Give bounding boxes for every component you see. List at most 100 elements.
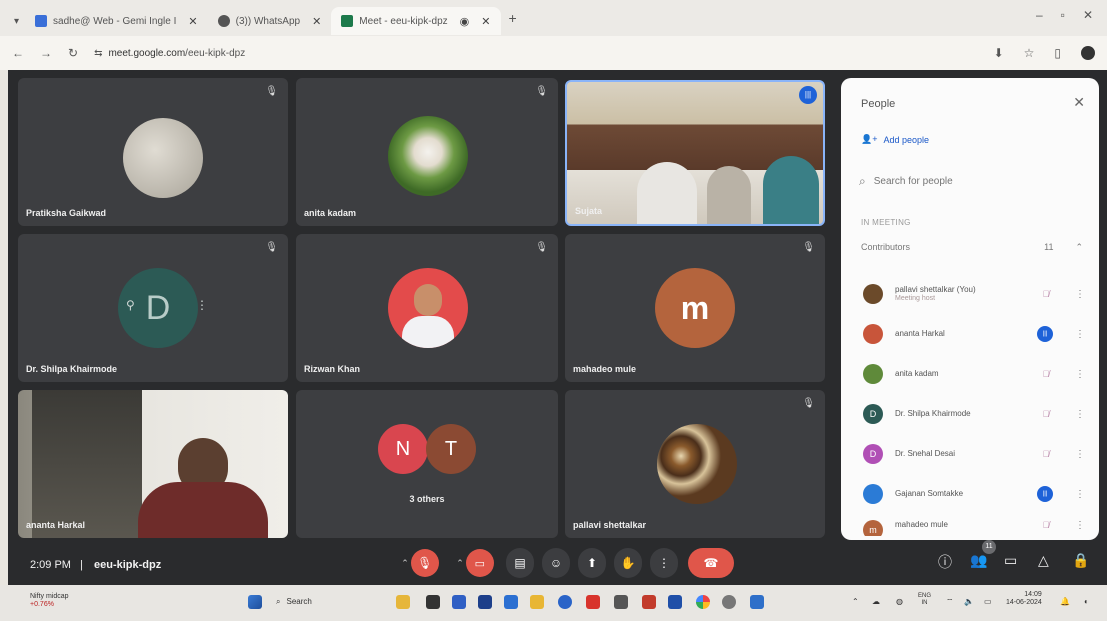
people-search[interactable]: ⌕ [859, 170, 1079, 192]
copilot-icon[interactable]: ◐ [1084, 597, 1089, 606]
app-icon[interactable] [750, 595, 764, 609]
participant-tile[interactable]: D ⚲ ⋮ 🎙 Dr. Shilpa Khairmode [18, 234, 288, 382]
contributors-header[interactable]: Contributors 11 ⌃ [861, 242, 1083, 253]
more-options-icon[interactable]: ⋮ [1075, 289, 1085, 300]
window-close-icon[interactable]: ✕ [1083, 8, 1093, 22]
taskbar-search[interactable]: ⌕ Search [276, 597, 312, 607]
list-item[interactable]: pallavi shettalkar (You) Meeting host 🎙̸ … [863, 274, 1085, 314]
list-item[interactable]: D Dr. Shilpa Khairmode 🎙̸ ⋮ [863, 394, 1085, 434]
list-item[interactable]: D Dr. Snehal Desai 🎙̸ ⋮ [863, 434, 1085, 474]
tray-icon[interactable]: ◍ [896, 597, 903, 606]
chevron-up-icon[interactable]: ⌃ [456, 558, 464, 569]
tab-search-icon[interactable]: ▾ [14, 16, 19, 27]
audio-icon[interactable]: ◉ [460, 15, 470, 28]
others-tile[interactable]: N T 3 others [296, 390, 558, 538]
app-icon[interactable] [478, 595, 492, 609]
reactions-button[interactable]: ☺ [542, 548, 570, 578]
avatar [863, 324, 883, 344]
participant-tile[interactable]: 🎙 pallavi shettalkar [565, 390, 825, 538]
app-icon[interactable] [426, 595, 440, 609]
battery-icon[interactable]: ▭ [984, 597, 992, 606]
close-icon[interactable]: ✕ [481, 15, 490, 28]
notification-bell-icon[interactable]: 🔔 [1060, 597, 1070, 606]
new-tab-button[interactable]: + [509, 10, 517, 26]
chevron-up-icon[interactable]: ⌃ [1075, 242, 1083, 253]
wifi-icon[interactable]: ⌔ [946, 597, 954, 607]
maximize-icon[interactable]: ▫ [1061, 8, 1065, 22]
add-people-button[interactable]: 👤+ Add people [861, 134, 929, 145]
participant-tile[interactable]: 🎙 Pratiksha Gaikwad [18, 78, 288, 226]
site-info-icon[interactable]: ⇆ [94, 48, 102, 59]
volume-icon[interactable]: 🔈 [964, 597, 974, 606]
address-bar[interactable]: ⇆ meet.google.com/eeu-kipk-dpz [94, 48, 245, 59]
chevron-up-icon[interactable]: ⌃ [401, 558, 409, 569]
meeting-info-icon[interactable]: ⓘ [938, 552, 952, 572]
reload-icon[interactable]: ↻ [68, 46, 78, 60]
present-button[interactable]: ⬆ [578, 548, 606, 578]
close-icon[interactable]: ✕ [188, 15, 197, 28]
camera-off-icon[interactable]: ▭ [465, 549, 494, 577]
settings-gear-icon[interactable] [722, 595, 736, 609]
chrome-icon[interactable] [696, 595, 710, 609]
leave-call-button[interactable]: ☎ [688, 548, 734, 578]
profile-avatar[interactable] [1081, 46, 1095, 60]
forward-icon[interactable]: → [40, 46, 52, 60]
more-options-icon[interactable]: ⋮ [1075, 489, 1085, 500]
side-panel-icon[interactable]: ▯ [1054, 46, 1061, 60]
chevron-up-icon[interactable]: ⌃ [852, 597, 859, 606]
pin-icon[interactable]: ⚲ [126, 298, 135, 312]
list-item[interactable]: anita kadam 🎙̸ ⋮ [863, 354, 1085, 394]
more-options-icon[interactable]: ⋮ [1075, 449, 1085, 460]
windows-start-icon[interactable] [248, 595, 262, 609]
list-item[interactable]: ananta Harkal ||| ⋮ [863, 314, 1085, 354]
file-explorer-icon[interactable] [530, 595, 544, 609]
host-controls-icon[interactable]: 🔒 [1072, 552, 1089, 569]
app-icon[interactable] [452, 595, 466, 609]
onedrive-icon[interactable]: ☁ [872, 597, 880, 606]
more-options-button[interactable]: ⋮ [650, 548, 678, 578]
list-item[interactable]: m mahadeo mule 🎙̸ ⋮ [863, 514, 1085, 536]
close-icon[interactable]: ✕ [1073, 94, 1085, 111]
chat-icon[interactable]: ▭ [1004, 552, 1017, 569]
camera-control[interactable]: ⌃ ▭ [450, 548, 500, 578]
activities-icon[interactable]: △ [1038, 552, 1049, 569]
participant-video-tile[interactable]: ||| Sujata [565, 80, 825, 226]
avatar: D [863, 444, 883, 464]
tab-whatsapp[interactable]: (3)) WhatsApp ✕ [208, 7, 332, 35]
language-indicator[interactable]: ENG IN [918, 593, 931, 606]
edge-icon[interactable] [558, 595, 572, 609]
mic-muted-icon: 🎙̸ [1042, 289, 1050, 299]
tab-meet[interactable]: Meet - eeu-kipk-dpz ◉ ✕ [331, 7, 501, 35]
taskview-icon[interactable] [396, 595, 410, 609]
participant-tile[interactable]: m 🎙 mahadeo mule [565, 234, 825, 382]
people-icon[interactable]: 👥 [970, 552, 987, 569]
download-icon[interactable]: ⬇ [994, 46, 1004, 60]
raise-hand-button[interactable]: ✋ [614, 548, 642, 578]
more-options-icon[interactable]: ⋮ [1075, 409, 1085, 420]
mic-off-icon[interactable]: 🎙 [410, 549, 439, 577]
app-icon[interactable] [504, 595, 518, 609]
minimize-icon[interactable]: – [1036, 8, 1043, 22]
video-person [637, 162, 697, 224]
more-options-icon[interactable]: ⋮ [1075, 520, 1085, 531]
app-icon[interactable] [614, 595, 628, 609]
captions-button[interactable]: ▤ [506, 548, 534, 578]
participant-video-tile[interactable]: ananta Harkal [18, 390, 288, 538]
system-clock[interactable]: 14:09 14-06-2024 [1006, 591, 1042, 608]
tab-gemini[interactable]: sadhe@ Web - Gemi Ingle I ✕ [25, 7, 208, 35]
app-icon[interactable] [642, 595, 656, 609]
list-item[interactable]: Gajanan Somtakke ||| ⋮ [863, 474, 1085, 514]
stock-widget[interactable]: Nifty midcap +0.76% [30, 593, 69, 608]
close-icon[interactable]: ✕ [312, 15, 321, 28]
participant-tile[interactable]: 🎙 anita kadam [296, 78, 558, 226]
search-input[interactable] [873, 175, 1054, 187]
youtube-icon[interactable] [586, 595, 600, 609]
mic-control[interactable]: ⌃ 🎙 [398, 548, 442, 578]
participant-tile[interactable]: 🎙 Rizwan Khan [296, 234, 558, 382]
app-icon[interactable] [668, 595, 682, 609]
more-options-icon[interactable]: ⋮ [196, 298, 208, 312]
bookmark-star-icon[interactable]: ☆ [1024, 46, 1035, 60]
more-options-icon[interactable]: ⋮ [1075, 329, 1085, 340]
back-icon[interactable]: ← [12, 46, 24, 60]
more-options-icon[interactable]: ⋮ [1075, 369, 1085, 380]
